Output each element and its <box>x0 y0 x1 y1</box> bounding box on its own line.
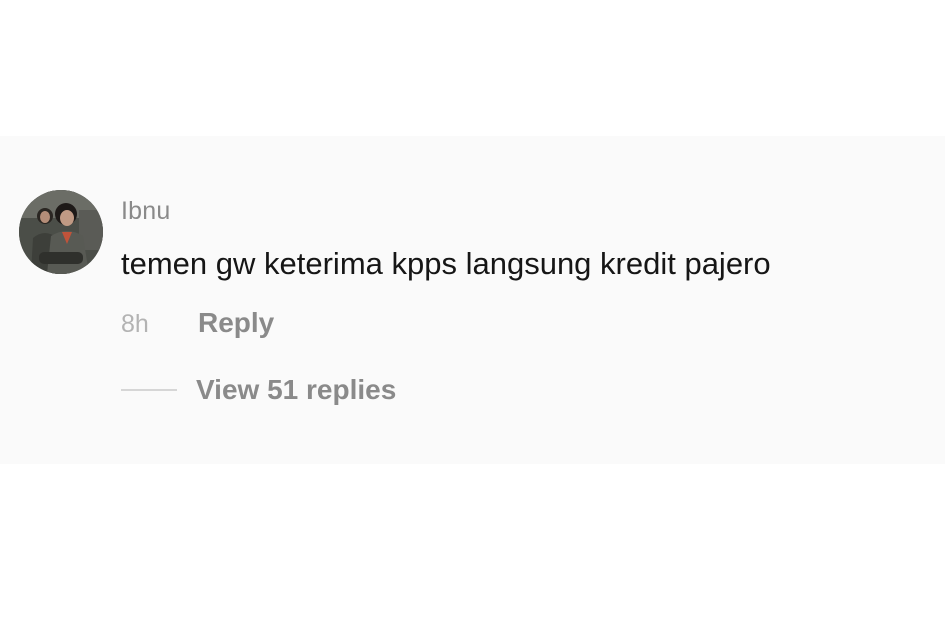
comment-container <box>0 136 945 464</box>
comment-timestamp: 8h <box>121 310 149 338</box>
user-avatar-icon <box>19 190 103 274</box>
view-replies-button[interactable]: View 51 replies <box>196 373 396 407</box>
reply-button[interactable]: Reply <box>198 306 274 340</box>
avatar[interactable] <box>19 190 103 274</box>
replies-divider-line <box>121 389 177 391</box>
comment-username[interactable]: Ibnu <box>121 196 170 226</box>
comment-text: temen gw keterima kpps langsung kredit p… <box>121 246 771 281</box>
comment-screen: Ibnu temen gw keterima kpps langsung kre… <box>0 0 945 629</box>
